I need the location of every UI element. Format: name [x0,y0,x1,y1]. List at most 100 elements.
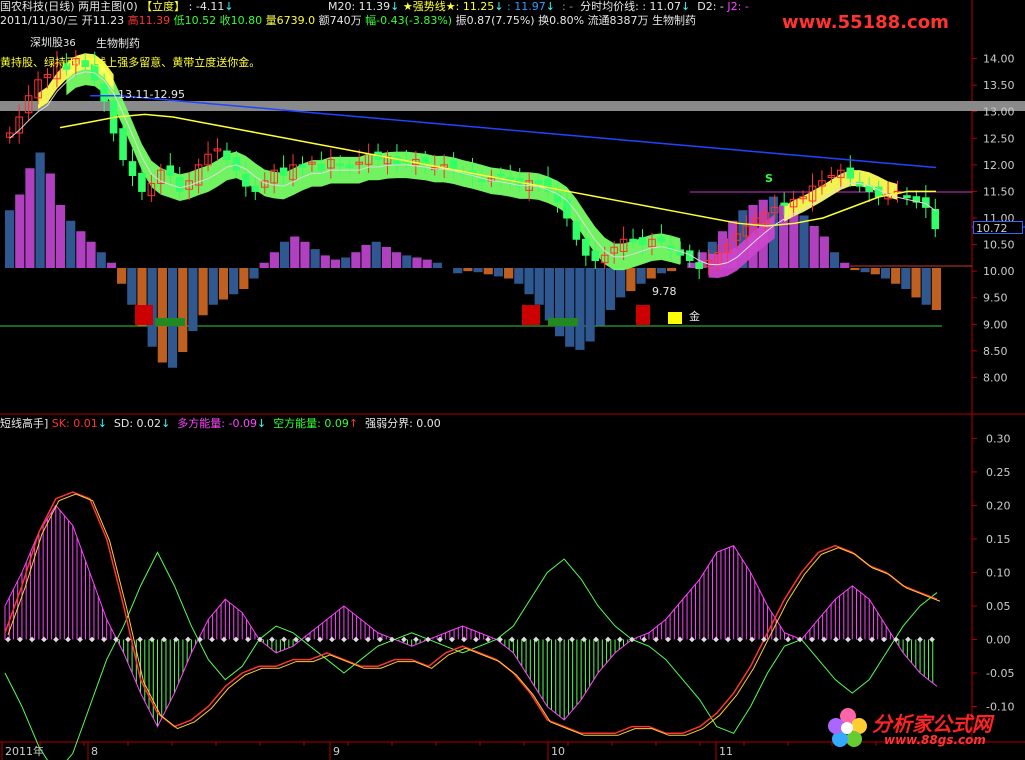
histogram-bar [565,268,575,347]
y-tick-label: 8.00 [983,371,1008,384]
y-tick-label: 10.00 [983,265,1015,278]
histogram-bar [514,268,524,284]
zero-marker [185,636,191,643]
histogram-bar [279,241,290,268]
histogram-bar [239,268,249,289]
bear-energy: 空方能量: 0.09 [273,417,349,430]
candle-body [534,180,543,184]
histogram-bar [96,252,106,268]
site-url-bottom[interactable]: www.88gs.com [884,733,986,747]
candle-body [903,195,911,199]
histogram-bar [901,268,911,289]
zero-marker [509,636,515,643]
zero-marker [197,636,203,643]
histogram-bar [167,268,178,368]
histogram-bar [178,268,188,352]
histogram-bar [249,268,259,279]
candle-body [232,156,241,171]
signal-block [135,305,153,325]
histogram-bar [412,257,422,268]
candle-body [100,83,108,102]
histogram-bar [66,220,76,268]
histogram-bar [789,210,799,268]
zero-marker [497,636,503,643]
x-tick-label: 10 [551,745,565,758]
histogram-bar [473,268,483,273]
histogram-bar [840,262,850,268]
candle-body [657,236,666,243]
zero-marker [545,636,551,643]
x-tick-label: 2011年 [5,744,44,758]
histogram-bar [860,268,870,273]
signal-block [155,318,185,326]
zero-marker [425,636,431,643]
candle-body [497,173,505,177]
zero-marker [917,636,923,643]
zero-marker [293,636,299,643]
candle-body [553,193,562,203]
zero-marker [701,636,707,643]
zero-marker [413,636,419,643]
histogram-bar [687,262,697,268]
zero-marker [269,636,275,643]
zero-marker [353,636,359,643]
y-tick-label: 9.50 [983,292,1008,305]
sd-value: SD: 0.02 [113,417,162,430]
y-tick-label: 10.50 [983,239,1015,252]
histogram-bar [198,268,208,316]
zero-marker [905,636,911,643]
flower-logo-icon [828,708,867,747]
zero-marker [785,636,791,643]
histogram-bar [5,210,15,268]
y-tick-label: 0.20 [986,499,1011,512]
sector-label: 生物制药 [96,37,140,50]
histogram-bar [15,194,25,268]
y-tick-label: 11.50 [983,185,1015,198]
zero-marker [437,636,443,643]
sk-value: SK: 0.01 [51,417,98,430]
histogram-bar [422,259,432,268]
histogram-bar [646,268,656,279]
candle-body [572,221,581,240]
signal-block [522,305,540,325]
zero-marker [365,636,371,643]
zero-marker [749,636,755,643]
histogram-bar [157,268,167,363]
histogram-bar [595,268,605,326]
zero-marker [461,636,467,643]
y-tick-label: 0.00 [986,633,1011,646]
zero-marker [821,636,827,643]
zero-marker [485,636,491,643]
zero-marker [929,636,935,643]
zero-marker [677,636,683,643]
x-tick-label: 9 [333,745,340,758]
signal-block [668,312,682,324]
histogram-bar [850,268,860,271]
candle-body [119,128,127,161]
candle-body [695,262,703,269]
zero-marker [641,636,647,643]
histogram-bar [921,268,931,305]
histogram-bar [86,241,96,268]
chart-canvas: 14.0013.5013.0012.5012.0011.5011.0010.50… [0,0,1025,760]
gold-mark: 金 [689,310,700,323]
sub-indicator-name: 短线高手] [0,417,49,430]
bull-energy: 多方能量: -0.09 [177,417,257,430]
x-tick-label: 8 [91,745,98,758]
y-axis-sub: 0.300.250.200.150.100.050.00-0.05-0.10 [972,432,1014,713]
candle-body [846,167,855,179]
candle-body [279,167,288,176]
histogram-bar [911,268,921,298]
zero-marker [137,636,143,643]
zero-marker [797,636,803,643]
zero-marker [473,636,479,643]
candle-body [251,185,260,192]
histogram-bar [290,236,300,268]
tip-text: 黄持股、绿持币、K线上强多留意、黄带立度送你金。 [0,56,261,69]
histogram-bar [667,268,677,272]
zero-marker [533,636,539,643]
zero-marker [569,636,575,643]
board-label: 深圳股36 [30,36,76,49]
candle-body [478,179,486,183]
zero-marker [653,636,659,643]
